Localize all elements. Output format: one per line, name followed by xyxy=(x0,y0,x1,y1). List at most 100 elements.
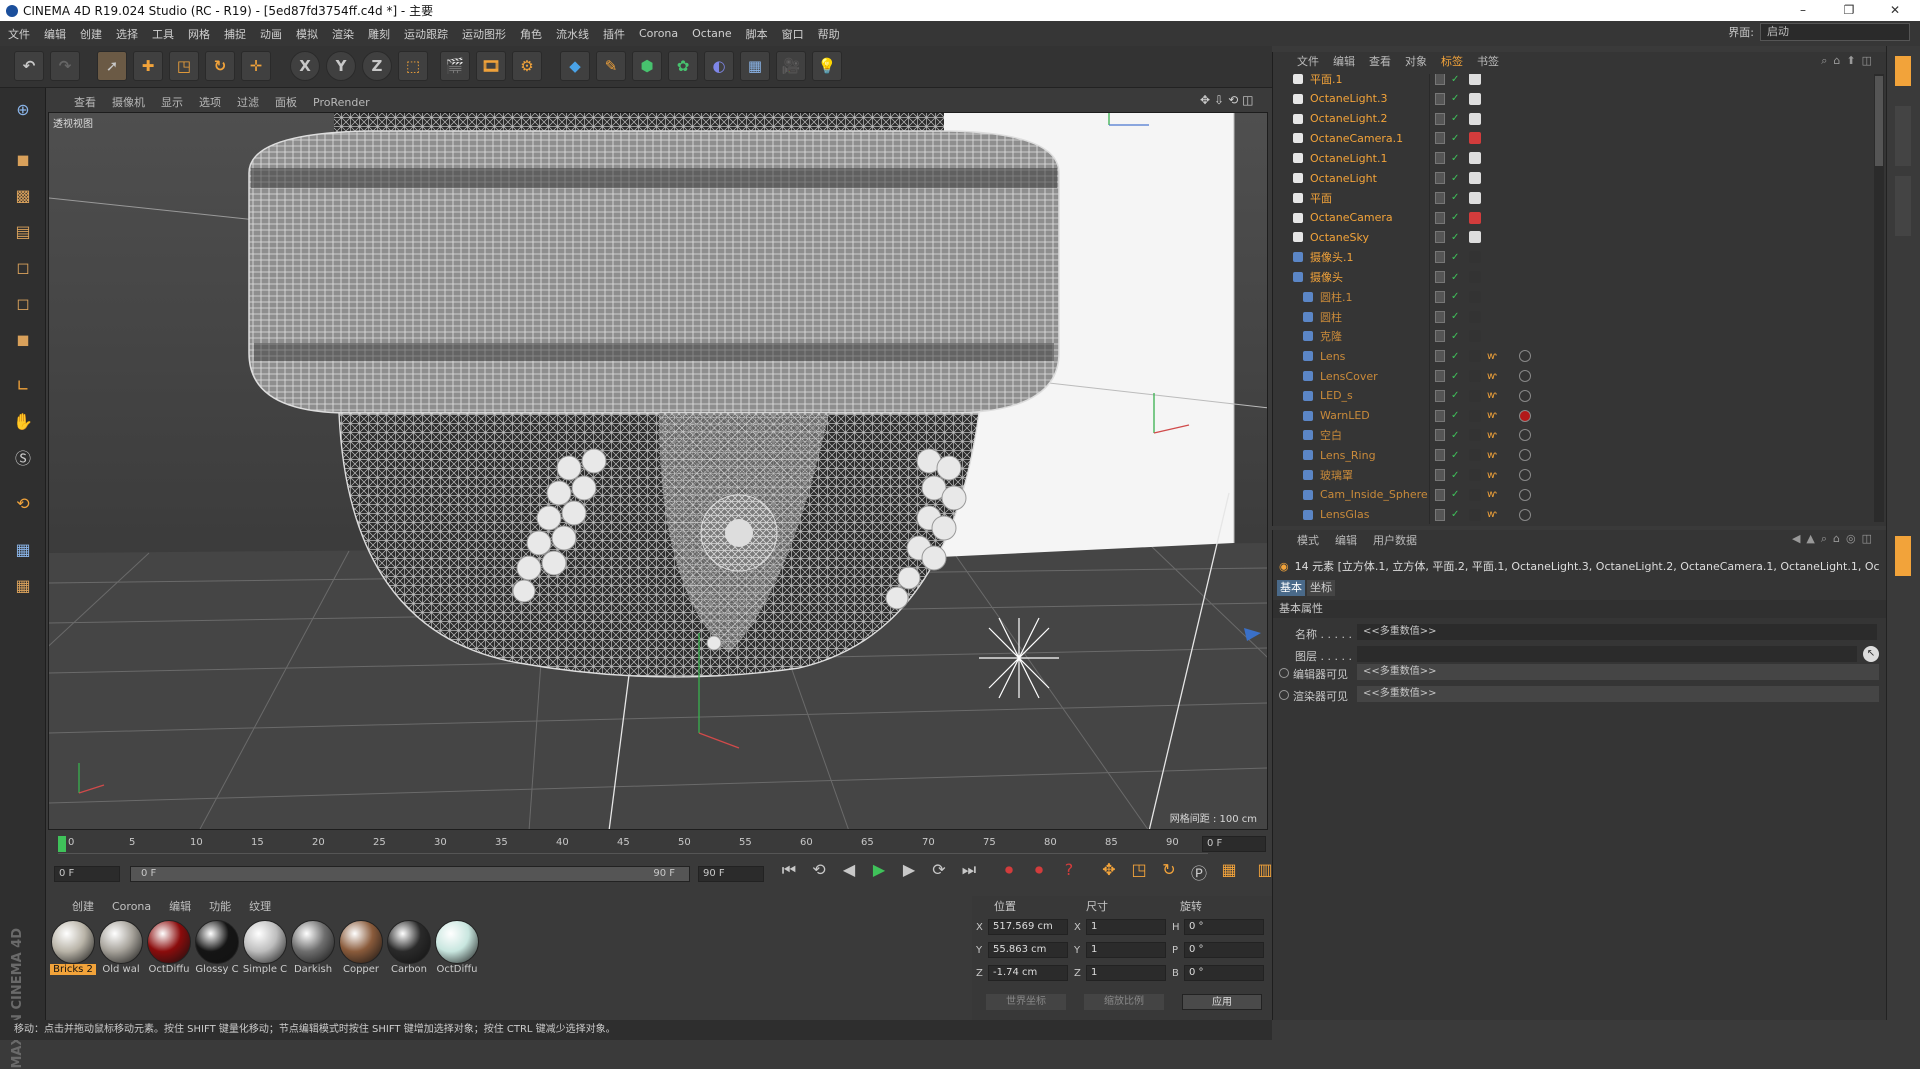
menu-item[interactable]: 插件 xyxy=(603,26,625,42)
side-tab-4[interactable] xyxy=(1895,536,1911,576)
object-menu-item[interactable]: 查看 xyxy=(1369,53,1391,69)
next-key-icon[interactable]: ⟳ xyxy=(926,860,952,884)
menu-item[interactable]: Corona xyxy=(639,27,678,40)
enabled-check-icon[interactable]: ✓ xyxy=(1451,489,1459,500)
points-mode-icon[interactable]: ◻ xyxy=(8,252,38,282)
enabled-check-icon[interactable]: ✓ xyxy=(1451,133,1459,144)
object-row[interactable]: OctaneCamera.1 ✓ xyxy=(1273,128,1873,149)
enabled-check-icon[interactable]: ✓ xyxy=(1451,311,1459,322)
enabled-check-icon[interactable]: ✓ xyxy=(1451,331,1459,342)
rotation-field[interactable]: 0 ° xyxy=(1184,919,1264,935)
size-field[interactable]: 1 xyxy=(1086,965,1166,981)
visibility-toggle-icon[interactable] xyxy=(1435,231,1445,244)
prev-key-icon[interactable]: ⟲ xyxy=(806,860,832,884)
material-swatch[interactable]: Darkish xyxy=(290,920,336,975)
object-menu-item[interactable]: 书签 xyxy=(1477,53,1499,69)
key-scale-icon[interactable]: ◳ xyxy=(1126,860,1152,884)
object-row[interactable]: OctaneLight.3 ✓ xyxy=(1273,88,1873,109)
tag-icon[interactable] xyxy=(1469,112,1481,125)
soft-selection-icon[interactable]: ⟲ xyxy=(8,488,38,518)
material-tag-icon[interactable]: ⱳ xyxy=(1487,430,1497,441)
range-slider[interactable]: 0 F 90 F xyxy=(130,866,690,882)
object-row[interactable]: Lens ✓ ⱳ xyxy=(1273,346,1873,367)
visibility-toggle-icon[interactable] xyxy=(1435,370,1445,382)
visibility-toggle-icon[interactable] xyxy=(1435,92,1445,105)
viewport-menu-item[interactable]: ProRender xyxy=(313,96,370,109)
material-ball-tag-icon[interactable] xyxy=(1519,389,1531,402)
tag-icon[interactable] xyxy=(1469,290,1481,303)
material-ball-tag-icon[interactable] xyxy=(1519,449,1531,462)
visibility-toggle-icon[interactable] xyxy=(1435,310,1445,323)
tag-icon[interactable] xyxy=(1469,330,1481,343)
position-field[interactable]: 517.569 cm xyxy=(988,919,1068,935)
render-view-button[interactable]: 🎬 xyxy=(440,51,470,81)
workplane-icon[interactable]: ▤ xyxy=(8,216,38,246)
visibility-toggle-icon[interactable] xyxy=(1435,74,1445,85)
object-scrollbar[interactable] xyxy=(1874,74,1884,522)
tag-icon[interactable] xyxy=(1469,211,1481,224)
attribute-menu-item[interactable]: 编辑 xyxy=(1335,532,1357,548)
material-tag-icon[interactable]: ⱳ xyxy=(1487,390,1497,401)
object-row[interactable]: Lens_Ring ✓ ⱳ xyxy=(1273,445,1873,466)
deformer-button[interactable]: ◐ xyxy=(704,51,734,81)
visibility-toggle-icon[interactable] xyxy=(1435,488,1445,501)
key-position-icon[interactable]: ✥ xyxy=(1096,860,1122,884)
object-menu-item[interactable]: 编辑 xyxy=(1333,53,1355,69)
tag-icon[interactable] xyxy=(1469,409,1481,422)
x-axis-lock-button[interactable]: X xyxy=(290,51,320,81)
maximize-button[interactable]: ❐ xyxy=(1826,0,1872,21)
visibility-toggle-icon[interactable] xyxy=(1435,152,1445,165)
polygons-mode-icon[interactable]: ◼ xyxy=(8,324,38,354)
object-row[interactable]: 平面.1 ✓ xyxy=(1273,74,1873,89)
tag-icon[interactable] xyxy=(1469,231,1481,244)
object-menu-item[interactable]: 标签 xyxy=(1441,53,1463,69)
menu-item[interactable]: 脚本 xyxy=(746,26,768,42)
render-settings-button[interactable]: ⚙ xyxy=(512,51,542,81)
enabled-check-icon[interactable]: ✓ xyxy=(1451,272,1459,283)
undo-button[interactable]: ↶ xyxy=(14,51,44,81)
object-row[interactable]: OctaneCamera ✓ xyxy=(1273,207,1873,228)
object-row[interactable]: 圆柱.1 ✓ xyxy=(1273,286,1873,307)
tag-icon[interactable] xyxy=(1469,449,1481,462)
rotation-field[interactable]: 0 ° xyxy=(1184,942,1264,958)
prev-frame-icon[interactable]: ◀ xyxy=(836,860,862,884)
object-row[interactable]: OctaneLight.2 ✓ xyxy=(1273,108,1873,129)
light-button[interactable]: 💡 xyxy=(812,51,842,81)
select-tool-button[interactable]: ➚ xyxy=(97,51,127,81)
layout-dropdown[interactable]: 启动 xyxy=(1760,23,1910,41)
viewport-menu-item[interactable]: 过滤 xyxy=(237,94,259,110)
material-ball-tag-icon[interactable] xyxy=(1519,409,1531,422)
snap-icon[interactable]: Ⓢ xyxy=(8,442,38,472)
menu-item[interactable]: 工具 xyxy=(152,26,174,42)
editor-visible-dropdown[interactable]: <<多重数值>> xyxy=(1357,664,1879,680)
material-menu-item[interactable]: 功能 xyxy=(209,898,231,914)
key-parameter-icon[interactable]: Ⓟ xyxy=(1186,860,1212,884)
tag-icon[interactable] xyxy=(1469,92,1481,105)
tweak-mode-icon[interactable]: ✋ xyxy=(8,406,38,436)
position-field[interactable]: -1.74 cm xyxy=(988,965,1068,981)
object-row[interactable]: Cam_Inside_Sphere ✓ ⱳ xyxy=(1273,484,1873,505)
viewport-nav-icons[interactable]: ✥⇩⟲◫ xyxy=(1200,93,1258,107)
object-row[interactable]: 摄像头.1 ✓ xyxy=(1273,247,1873,268)
material-swatch[interactable]: Glossy C xyxy=(194,920,240,975)
material-swatch[interactable]: Old wal xyxy=(98,920,144,975)
move-tool-button[interactable]: ✚ xyxy=(133,51,163,81)
object-row[interactable]: LED_s ✓ ⱳ xyxy=(1273,385,1873,406)
menu-item[interactable]: 帮助 xyxy=(818,26,840,42)
material-swatch[interactable]: Simple C xyxy=(242,920,288,975)
start-frame-field[interactable]: 0 F xyxy=(54,866,120,882)
object-row[interactable]: WarnLED ✓ ⱳ xyxy=(1273,405,1873,426)
timeline-ruler[interactable]: 0 5 10 15 20 25 30 35 40 45 50 55 60 65 70 75 80 85 90 xyxy=(58,836,1208,854)
grid-lock-icon[interactable]: ▦ xyxy=(8,534,38,564)
rotate-tool-button[interactable]: ↻ xyxy=(205,51,235,81)
tag-icon[interactable] xyxy=(1469,429,1481,442)
menu-item[interactable]: 网格 xyxy=(188,26,210,42)
visibility-toggle-icon[interactable] xyxy=(1435,132,1445,145)
tag-icon[interactable] xyxy=(1469,310,1481,323)
layer-field[interactable] xyxy=(1357,646,1857,662)
menu-item[interactable]: 窗口 xyxy=(782,26,804,42)
enabled-check-icon[interactable]: ✓ xyxy=(1451,509,1459,520)
menu-item[interactable]: 选择 xyxy=(116,26,138,42)
visibility-toggle-icon[interactable] xyxy=(1435,330,1445,343)
keyframe-selection-icon[interactable]: ? xyxy=(1056,860,1082,884)
